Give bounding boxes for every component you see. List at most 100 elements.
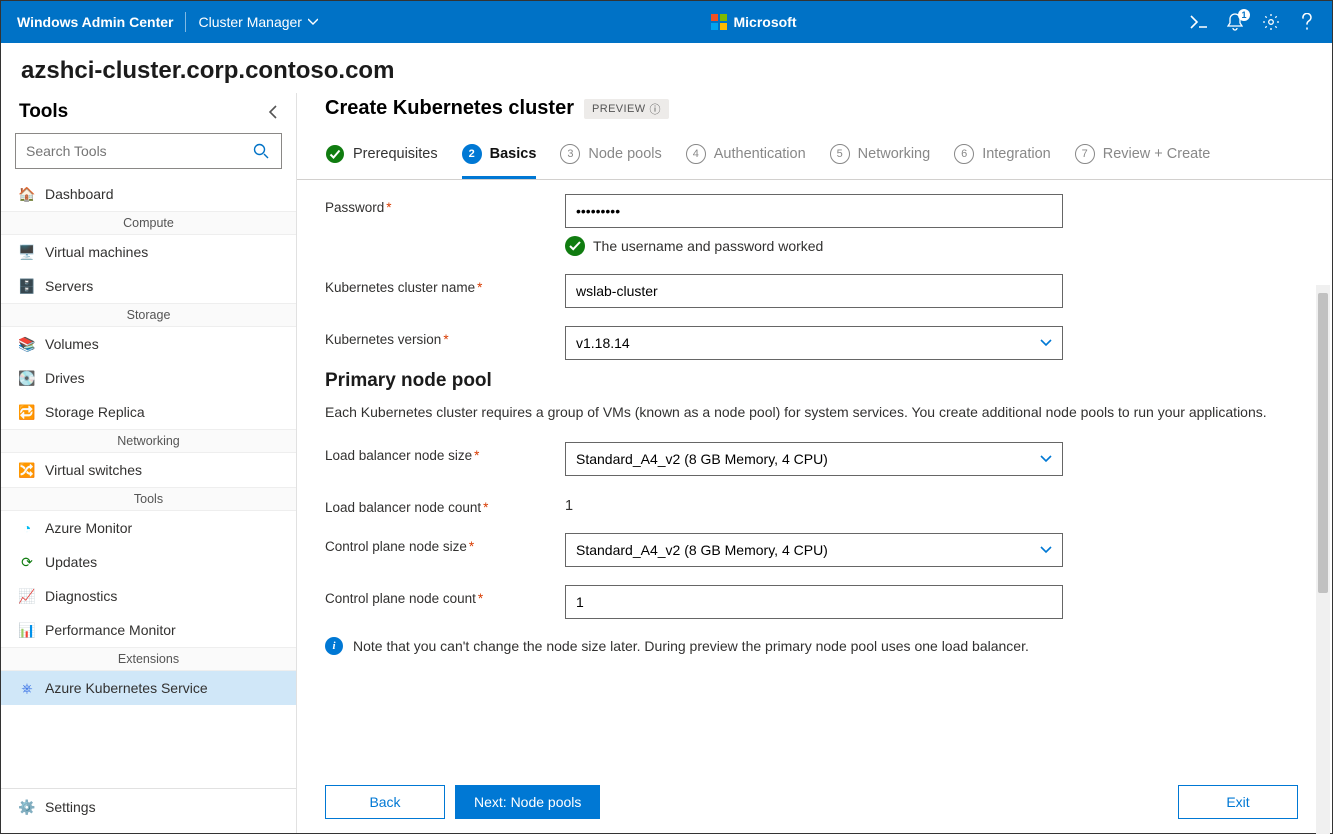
sidebar-nav: 🏠 Dashboard Compute 🖥️Virtual machines 🗄️… bbox=[1, 177, 296, 788]
brand: Microsoft bbox=[711, 14, 796, 30]
context-switcher[interactable]: Cluster Manager bbox=[198, 14, 318, 30]
step-label: Node pools bbox=[588, 146, 661, 162]
nav-updates[interactable]: ⟳Updates bbox=[1, 545, 296, 579]
app-name: Windows Admin Center bbox=[17, 14, 173, 30]
step-label: Integration bbox=[982, 146, 1051, 162]
preview-label: PREVIEW bbox=[592, 103, 646, 115]
required-mark: * bbox=[443, 332, 448, 347]
monitor-icon: ◔ bbox=[19, 520, 35, 536]
cp-count-input[interactable] bbox=[565, 585, 1063, 619]
password-validation: The username and password worked bbox=[565, 236, 1063, 256]
notifications-icon[interactable]: 1 bbox=[1226, 13, 1244, 31]
aks-icon: ⎈ bbox=[19, 680, 35, 696]
nav-virtual-switches[interactable]: 🔀 Virtual switches bbox=[1, 453, 296, 487]
settings-gear-icon[interactable] bbox=[1262, 13, 1280, 31]
nav-drives[interactable]: 💽Drives bbox=[1, 361, 296, 395]
section-primary-pool-title: Primary node pool bbox=[325, 370, 1304, 392]
step-review-create[interactable]: 7 Review + Create bbox=[1075, 134, 1211, 179]
nav-label: Azure Monitor bbox=[45, 520, 132, 536]
row-lb-count: Load balancer node count* 1 bbox=[325, 494, 1304, 515]
row-cp-size: Control plane node size* Standard_A4_v2 … bbox=[325, 533, 1304, 567]
step-node-pools[interactable]: 3Node pools bbox=[560, 134, 661, 179]
step-number: 7 bbox=[1075, 144, 1095, 164]
scrollbar-thumb[interactable] bbox=[1318, 293, 1328, 593]
wizard-footer: Back Next: Node pools Exit bbox=[297, 771, 1332, 833]
preview-badge: PREVIEW ⓘ bbox=[584, 99, 669, 119]
updates-icon: ⟳ bbox=[19, 554, 35, 570]
settings-icon: ⚙️ bbox=[19, 799, 35, 815]
wizard-steps: Prerequisites 2 Basics 3Node pools 4 Auth… bbox=[297, 134, 1332, 180]
sidebar-header: Tools bbox=[1, 93, 296, 133]
step-authentication[interactable]: 4 Authentication bbox=[686, 134, 806, 179]
vertical-scrollbar[interactable] bbox=[1316, 285, 1330, 834]
step-basics[interactable]: 2 Basics bbox=[462, 134, 537, 179]
step-label: Review + Create bbox=[1103, 146, 1211, 162]
nav-aks[interactable]: ⎈ Azure Kubernetes Service bbox=[1, 671, 296, 705]
topbar: Windows Admin Center Cluster Manager Mic… bbox=[1, 1, 1332, 43]
step-label: Authentication bbox=[714, 146, 806, 162]
step-prerequisites[interactable]: Prerequisites bbox=[325, 134, 438, 179]
nav-volumes[interactable]: 📚 Volumes bbox=[1, 327, 296, 361]
password-label: Password* bbox=[325, 194, 565, 215]
main: Create Kubernetes cluster PREVIEW ⓘ Prer… bbox=[297, 93, 1332, 833]
lb-size-label: Load balancer node size* bbox=[325, 442, 565, 463]
nav-diagnostics[interactable]: 📈Diagnostics bbox=[1, 579, 296, 613]
back-button[interactable]: Back bbox=[325, 785, 445, 819]
password-input[interactable] bbox=[565, 194, 1063, 228]
cp-size-select[interactable]: Standard_A4_v2 (8 GB Memory, 4 CPU) bbox=[565, 533, 1063, 567]
search-tools[interactable] bbox=[15, 133, 282, 169]
nav-label: Virtual switches bbox=[45, 462, 142, 478]
page-title: Create Kubernetes cluster bbox=[325, 97, 574, 120]
volumes-icon: 📚 bbox=[19, 336, 35, 352]
drives-icon: 💽 bbox=[19, 370, 35, 386]
required-mark: * bbox=[469, 539, 474, 554]
step-networking[interactable]: 5Networking bbox=[830, 134, 931, 179]
chevron-down-icon bbox=[1040, 339, 1052, 347]
select-value: v1.18.14 bbox=[576, 335, 630, 351]
vm-icon: 🖥️ bbox=[19, 244, 35, 260]
nav-azure-monitor[interactable]: ◔ Azure Monitor bbox=[1, 511, 296, 545]
app-root: Windows Admin Center Cluster Manager Mic… bbox=[0, 0, 1333, 834]
nav-label: Settings bbox=[45, 799, 96, 815]
topbar-left: Windows Admin Center Cluster Manager bbox=[17, 12, 318, 32]
step-label: Networking bbox=[858, 146, 931, 162]
exit-button[interactable]: Exit bbox=[1178, 785, 1298, 819]
cp-size-label: Control plane node size* bbox=[325, 533, 565, 554]
step-integration[interactable]: 6 Integration bbox=[954, 134, 1051, 179]
switch-icon: 🔀 bbox=[19, 462, 35, 478]
home-icon: 🏠 bbox=[19, 186, 35, 202]
cluster-name-input[interactable] bbox=[565, 274, 1063, 308]
group-compute: Compute bbox=[1, 211, 296, 235]
sidebar: Tools 🏠 Dashboard Compute 🖥️Virtual machi… bbox=[1, 93, 297, 833]
form-area: Password* The username and password work… bbox=[297, 180, 1332, 771]
nav-virtual-machines[interactable]: 🖥️Virtual machines bbox=[1, 235, 296, 269]
required-mark: * bbox=[474, 448, 479, 463]
collapse-sidebar-icon[interactable] bbox=[268, 105, 278, 119]
lb-size-select[interactable]: Standard_A4_v2 (8 GB Memory, 4 CPU) bbox=[565, 442, 1063, 476]
required-mark: * bbox=[483, 500, 488, 515]
success-check-icon bbox=[565, 236, 585, 256]
powershell-icon[interactable] bbox=[1190, 13, 1208, 31]
search-input[interactable] bbox=[26, 143, 253, 159]
nav-dashboard[interactable]: 🏠 Dashboard bbox=[1, 177, 296, 211]
nav-servers[interactable]: 🗄️Servers bbox=[1, 269, 296, 303]
k8s-version-select[interactable]: v1.18.14 bbox=[565, 326, 1063, 360]
step-number: 6 bbox=[954, 144, 974, 164]
nav-label: Storage Replica bbox=[45, 404, 145, 420]
help-icon[interactable] bbox=[1298, 13, 1316, 31]
diagnostics-icon: 📈 bbox=[19, 588, 35, 604]
nav-performance-monitor[interactable]: 📊Performance Monitor bbox=[1, 613, 296, 647]
check-icon bbox=[325, 144, 345, 164]
step-number: 4 bbox=[686, 144, 706, 164]
nav-storage-replica[interactable]: 🔁Storage Replica bbox=[1, 395, 296, 429]
search-wrap bbox=[1, 133, 296, 177]
brand-label: Microsoft bbox=[733, 14, 796, 30]
nav-settings[interactable]: ⚙️ Settings bbox=[1, 788, 296, 825]
next-button[interactable]: Next: Node pools bbox=[455, 785, 600, 819]
nav-label: Dashboard bbox=[45, 186, 114, 202]
lb-count-value: 1 bbox=[565, 494, 1063, 514]
nav-label: Volumes bbox=[45, 336, 99, 352]
row-password: Password* The username and password work… bbox=[325, 194, 1304, 256]
nav-label: Azure Kubernetes Service bbox=[45, 680, 208, 696]
select-value: Standard_A4_v2 (8 GB Memory, 4 CPU) bbox=[576, 451, 828, 467]
